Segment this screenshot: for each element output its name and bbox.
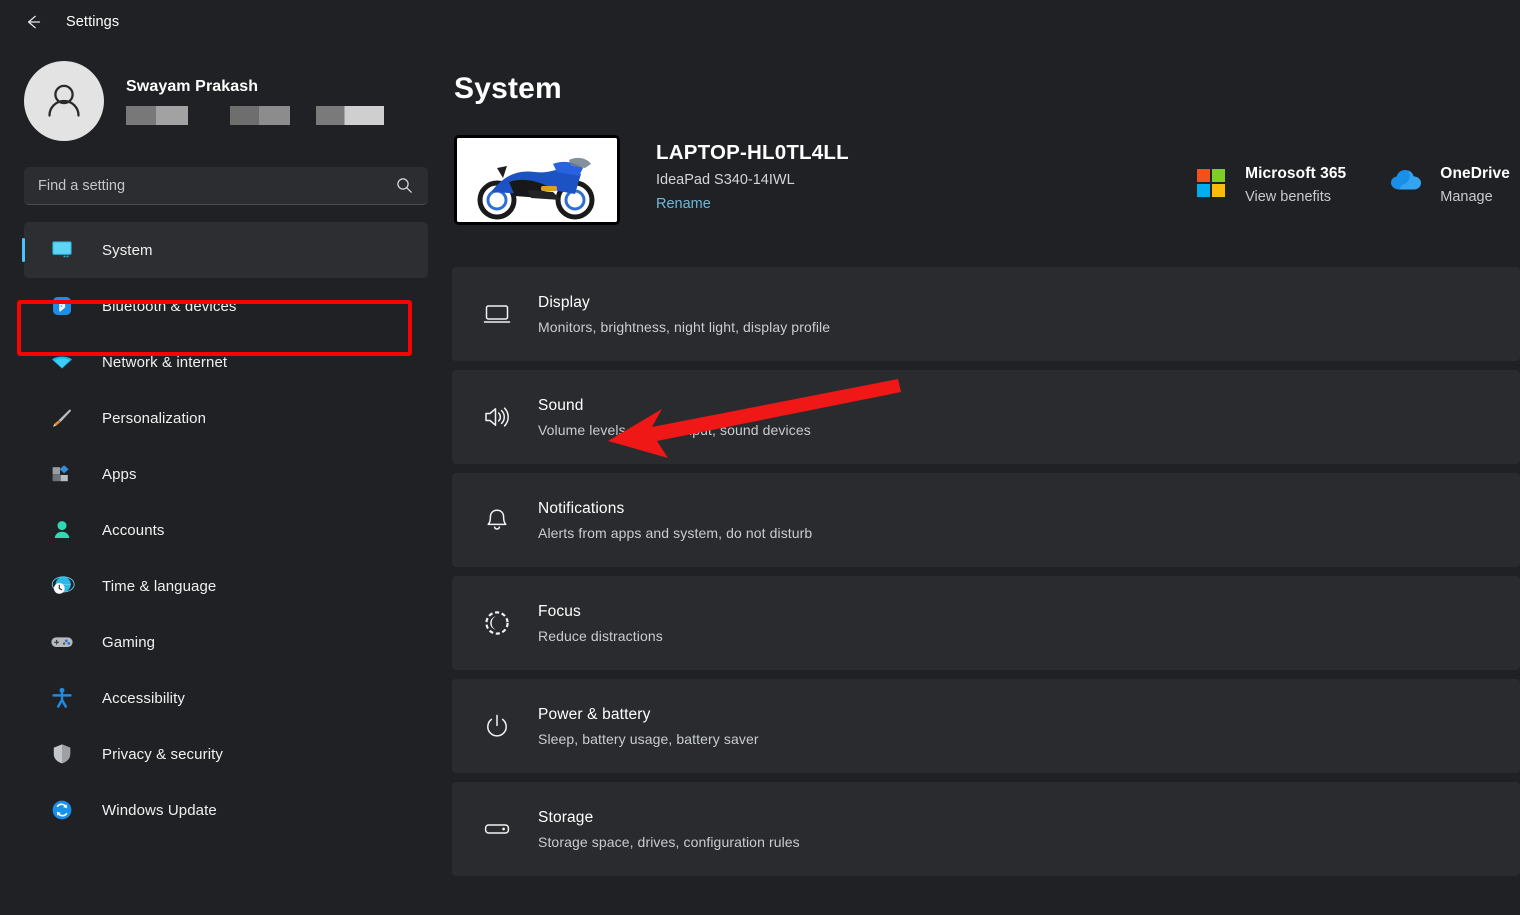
settings-row-display[interactable]: Display Monitors, brightness, night ligh… [452,267,1520,361]
sidebar-item-label: Time & language [102,577,217,595]
update-refresh-icon [46,797,78,823]
back-button[interactable] [16,5,50,39]
settings-row-focus[interactable]: Focus Reduce distractions [452,576,1520,670]
sidebar-item-label: Network & internet [102,353,228,371]
settings-row-subtitle: Alerts from apps and system, do not dist… [538,524,813,541]
settings-row-subtitle: Monitors, brightness, night light, displ… [538,318,831,335]
main-content: System LAPTOP-HL0TL4LL IdeaPad S340-14IW… [452,44,1520,915]
accessibility-person-icon [46,685,78,711]
shield-icon [46,741,78,767]
app-title: Settings [66,14,120,30]
settings-row-notifications[interactable]: Notifications Alerts from apps and syste… [452,473,1520,567]
person-icon [46,517,78,543]
sidebar-item-personalization[interactable]: Personalization [24,390,428,446]
sidebar-nav: System Bluetooth & devices Network & int… [0,222,452,838]
service-onedrive[interactable]: OneDrive Manage [1384,165,1510,205]
onedrive-cloud-icon [1384,165,1428,194]
settings-row-title: Storage [538,808,594,826]
settings-row-storage[interactable]: Storage Storage space, drives, configura… [452,782,1520,876]
sidebar-item-label: Privacy & security [102,745,223,763]
bell-icon [474,505,520,535]
sidebar-item-bluetooth-devices[interactable]: Bluetooth & devices [24,278,428,334]
services-row: Microsoft 365 View benefits OneDrive Man… [1189,165,1510,205]
sidebar-item-label: Gaming [102,633,156,651]
sidebar-item-label: Windows Update [102,801,217,819]
focus-ring-icon [474,608,520,638]
sidebar-item-system[interactable]: System [22,222,428,278]
gamepad-icon [46,629,78,655]
paintbrush-icon [46,405,78,431]
settings-row-subtitle: Sleep, battery usage, battery saver [538,730,759,747]
account-name: Swayam Prakash [126,77,259,95]
monitor-icon [46,237,78,263]
settings-row-subtitle: Volume levels, output, input, sound devi… [538,421,811,438]
bluetooth-icon [46,293,78,319]
person-avatar-icon [48,84,80,117]
sidebar-item-gaming[interactable]: Gaming [24,614,428,670]
motorcycle-wallpaper-thumbnail [454,135,620,225]
sidebar-item-network-internet[interactable]: Network & internet [24,334,428,390]
sidebar-item-windows-update[interactable]: Windows Update [24,782,428,838]
rename-link[interactable]: Rename [656,196,711,212]
sidebar-item-privacy-security[interactable]: Privacy & security [24,726,428,782]
device-name: LAPTOP-HL0TL4LL [656,141,849,164]
settings-row-power-battery[interactable]: Power & battery Sleep, battery usage, ba… [452,679,1520,773]
settings-row-sound[interactable]: Sound Volume levels, output, input, soun… [452,370,1520,464]
service-action-link[interactable]: View benefits [1245,189,1346,205]
service-title: Microsoft 365 [1245,165,1347,182]
sidebar: Swayam Prakash Find a setting System Blu… [0,44,452,915]
service-action-link[interactable]: Manage [1440,189,1510,205]
avatar [24,61,104,141]
search-container [0,141,452,205]
speaker-sound-icon [474,402,520,432]
settings-row-title: Focus [538,602,581,620]
account-email-redacted [126,105,384,125]
settings-row-title: Power & battery [538,705,651,723]
account-header[interactable]: Swayam Prakash [0,44,452,141]
sidebar-item-time-language[interactable]: Time & language [24,558,428,614]
sidebar-item-accessibility[interactable]: Accessibility [24,670,428,726]
sidebar-item-label: Personalization [102,409,207,427]
search-icon[interactable] [396,177,428,194]
settings-row-title: Sound [538,396,584,414]
sidebar-item-label: Bluetooth & devices [102,297,237,315]
page-title: System [454,72,562,105]
sidebar-item-label: Accounts [102,521,165,539]
apps-blocks-icon [46,461,78,487]
power-icon [474,711,520,741]
settings-window: Settings Swayam Prakash Find a setting S… [0,0,1520,915]
search-box[interactable] [24,167,428,205]
settings-row-title: Notifications [538,499,625,517]
sidebar-item-apps[interactable]: Apps [24,446,428,502]
settings-row-title: Display [538,293,590,311]
service-microsoft-365[interactable]: Microsoft 365 View benefits [1189,165,1346,205]
back-arrow-icon [27,15,41,29]
microsoft-logo-icon [1189,165,1233,198]
sidebar-item-label: System [102,241,153,259]
search-input[interactable] [24,177,396,194]
wifi-icon [46,349,78,375]
sidebar-item-label: Accessibility [102,689,185,707]
clock-globe-icon [46,573,78,599]
device-model: IdeaPad S340-14IWL [656,172,795,188]
settings-row-subtitle: Storage space, drives, configuration rul… [538,833,800,850]
title-bar: Settings [0,0,1520,44]
settings-list: Display Monitors, brightness, night ligh… [452,267,1520,876]
sidebar-item-accounts[interactable]: Accounts [24,502,428,558]
storage-drive-icon [474,814,520,844]
settings-row-subtitle: Reduce distractions [538,627,663,644]
sidebar-item-label: Apps [102,465,137,483]
service-title: OneDrive [1440,165,1510,182]
display-monitor-icon [474,299,520,329]
